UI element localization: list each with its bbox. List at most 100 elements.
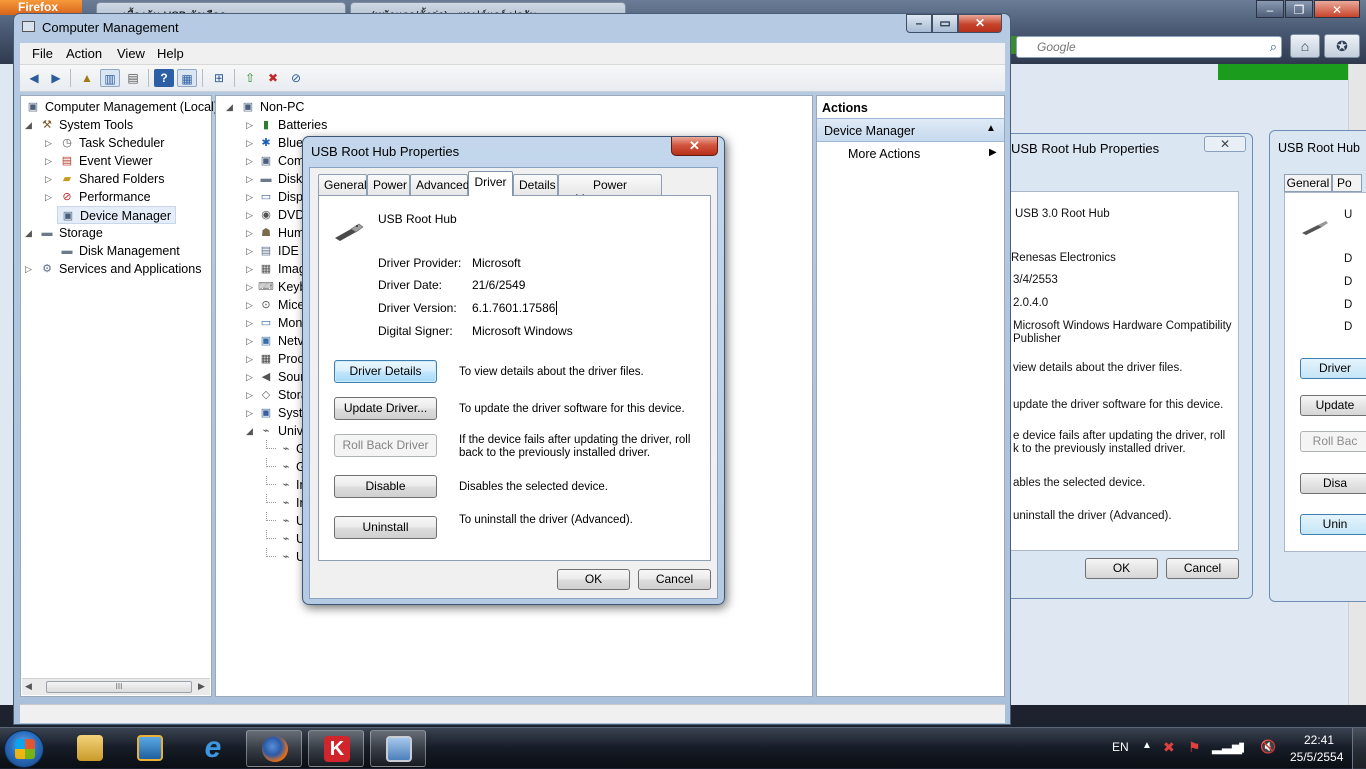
device-category[interactable]: ▷ ▣ Netv xyxy=(246,332,304,350)
forward-icon[interactable]: ▶ xyxy=(46,69,66,87)
tree-item-shared-folders[interactable]: ▷ ▰ Shared Folders xyxy=(45,170,164,188)
tab-details[interactable]: Details xyxy=(513,174,558,195)
driver-details-button[interactable]: Driver xyxy=(1300,358,1366,379)
menu-file[interactable]: File xyxy=(32,46,53,61)
taskbar-media-player[interactable] xyxy=(122,730,178,767)
tree-item-system-tools[interactable]: ◢ ⚒ System Tools xyxy=(25,116,133,134)
tab-general[interactable]: General xyxy=(1284,174,1332,192)
tree-item-device-manager[interactable]: ▣ Device Manager xyxy=(57,206,177,224)
taskbar-kaspersky[interactable]: K xyxy=(308,730,364,767)
tree-item-storage[interactable]: ◢ ▬ Storage xyxy=(25,224,103,242)
actions-section-device-manager[interactable]: Device Manager ▲ xyxy=(817,118,1004,142)
driver-version-value[interactable]: 6.1.7601.17586 xyxy=(472,301,558,315)
up-folder-icon[interactable]: ▲ xyxy=(77,69,97,87)
clock-time[interactable]: 22:41 xyxy=(1304,733,1334,747)
expand-icon[interactable]: ▷ xyxy=(246,332,253,350)
usb-device-item[interactable]: ⌁ G xyxy=(266,440,306,458)
close-button[interactable]: ✕ xyxy=(958,14,1002,33)
tab-power[interactable]: Po xyxy=(1332,174,1362,192)
disable-button[interactable]: Disable xyxy=(334,475,437,498)
tab-driver[interactable]: Driver xyxy=(468,171,513,196)
back-icon[interactable]: ◀ xyxy=(24,69,44,87)
expand-icon[interactable]: ▷ xyxy=(246,350,253,368)
device-category[interactable]: ▷ ◇ Stora xyxy=(246,386,308,404)
device-category[interactable]: ▷ ◉ DVD xyxy=(246,206,304,224)
bookmark-icon[interactable]: ✪ xyxy=(1324,34,1360,58)
collapse-icon[interactable]: ◢ xyxy=(25,116,32,134)
driver-details-button[interactable]: Driver Details xyxy=(334,360,437,383)
expand-icon[interactable]: ▷ xyxy=(246,260,253,278)
tree-item-task-scheduler[interactable]: ▷ ◷ Task Scheduler xyxy=(45,134,164,152)
horizontal-scrollbar[interactable]: ◀ III ▶ xyxy=(22,678,210,695)
usb-device-item[interactable]: ⌁ U xyxy=(266,530,305,548)
tree-item-performance[interactable]: ▷ ⊘ Performance xyxy=(45,188,151,206)
uninstall-button[interactable]: Uninstall xyxy=(334,516,437,539)
uninstall-button[interactable]: Unin xyxy=(1300,514,1366,535)
clock-date[interactable]: 25/5/2554 xyxy=(1290,750,1343,764)
properties-icon[interactable]: ▤ xyxy=(123,69,143,87)
taskbar-explorer[interactable] xyxy=(62,730,118,767)
expand-icon[interactable]: ▷ xyxy=(246,152,253,170)
device-category[interactable]: ▷ ◀ Sour xyxy=(246,368,304,386)
collapse-icon[interactable]: ◢ xyxy=(246,422,253,440)
tab-advanced[interactable]: Advanced xyxy=(410,174,469,195)
scroll-left-icon[interactable]: ◀ xyxy=(25,681,32,692)
expand-icon[interactable]: ▷ xyxy=(246,206,253,224)
show-hidden-icons[interactable]: ▲ xyxy=(1142,740,1152,751)
network-signal-icon[interactable]: ▂▃▅ xyxy=(1212,739,1242,755)
close-icon[interactable]: ✕ xyxy=(1204,136,1246,152)
device-category[interactable]: ▷ ▣ Com xyxy=(246,152,304,170)
minimize-button[interactable]: – xyxy=(906,14,932,33)
update-driver-button[interactable]: Update Driver... xyxy=(334,397,437,420)
maximize-button[interactable]: ▭ xyxy=(932,14,958,33)
disable-button[interactable]: Disa xyxy=(1300,473,1366,494)
taskbar-internet-explorer[interactable]: e xyxy=(185,730,241,767)
battery-icon[interactable]: ▮ xyxy=(1238,739,1250,755)
device-category[interactable]: ▷ ▬ Disk xyxy=(246,170,302,188)
expand-icon[interactable]: ▷ xyxy=(45,152,52,170)
roll-back-driver-button[interactable]: Roll Bac xyxy=(1300,431,1366,452)
tab-general[interactable]: General xyxy=(318,174,367,195)
usb-device-item[interactable]: ⌁In xyxy=(266,494,306,512)
home-icon[interactable]: ⌂ xyxy=(1290,34,1320,58)
search-box[interactable]: Google ⌕ xyxy=(1016,36,1282,58)
expand-icon[interactable]: ▷ xyxy=(246,404,253,422)
firefox-minimize-button[interactable]: – xyxy=(1256,0,1284,18)
expand-icon[interactable]: ▷ xyxy=(246,116,253,134)
ok-button[interactable]: OK xyxy=(1085,558,1158,579)
kaspersky-tray-icon[interactable]: ✖ xyxy=(1163,739,1179,755)
scan-hardware-icon[interactable]: ⊞ xyxy=(209,69,229,87)
menu-view[interactable]: View xyxy=(117,46,145,61)
usb-device-item[interactable]: ⌁ U xyxy=(266,548,305,566)
device-category[interactable]: ◢ ⌁ Univ xyxy=(246,422,303,440)
expand-icon[interactable]: ▷ xyxy=(246,188,253,206)
expand-icon[interactable]: ▷ xyxy=(45,134,52,152)
show-hide-tree-icon[interactable]: ▥ xyxy=(100,69,120,87)
expand-icon[interactable]: ▷ xyxy=(246,278,253,296)
expand-icon[interactable]: ▷ xyxy=(246,224,253,242)
menu-help[interactable]: Help xyxy=(157,46,184,61)
expand-icon[interactable]: ▷ xyxy=(246,134,253,152)
tab-power-management[interactable]: Power Management xyxy=(558,174,662,206)
disable-device-icon[interactable]: ⊘ xyxy=(286,69,306,87)
roll-back-driver-button[interactable]: Roll Back Driver xyxy=(334,434,437,457)
tree-item-disk-management[interactable]: ▬ Disk Management xyxy=(57,242,180,260)
collapse-icon[interactable]: ◢ xyxy=(25,224,32,242)
device-category[interactable]: ▷ ⌨ Keyb xyxy=(246,278,307,296)
collapse-icon[interactable]: ◢ xyxy=(226,98,233,116)
taskbar-computer-management[interactable] xyxy=(370,730,426,767)
dialog-close-button[interactable]: ✕ xyxy=(671,137,718,156)
scroll-right-icon[interactable]: ▶ xyxy=(198,681,205,692)
language-indicator[interactable]: EN xyxy=(1112,740,1129,754)
expand-icon[interactable]: ▷ xyxy=(45,170,52,188)
firefox-maximize-button[interactable]: ❐ xyxy=(1285,0,1313,18)
show-action-pane-icon[interactable]: ▦ xyxy=(177,69,197,87)
action-center-icon[interactable]: ⚑ xyxy=(1188,739,1204,755)
tree-item-computer-management[interactable]: ▣ Computer Management (Local) xyxy=(25,98,218,116)
expand-icon[interactable]: ▷ xyxy=(246,242,253,260)
volume-muted-icon[interactable]: 🔇 xyxy=(1260,739,1276,755)
expand-icon[interactable]: ▷ xyxy=(45,188,52,206)
expand-icon[interactable]: ▷ xyxy=(246,170,253,188)
ok-button[interactable]: OK xyxy=(557,569,630,590)
update-driver-icon[interactable]: ⇧ xyxy=(240,69,260,87)
